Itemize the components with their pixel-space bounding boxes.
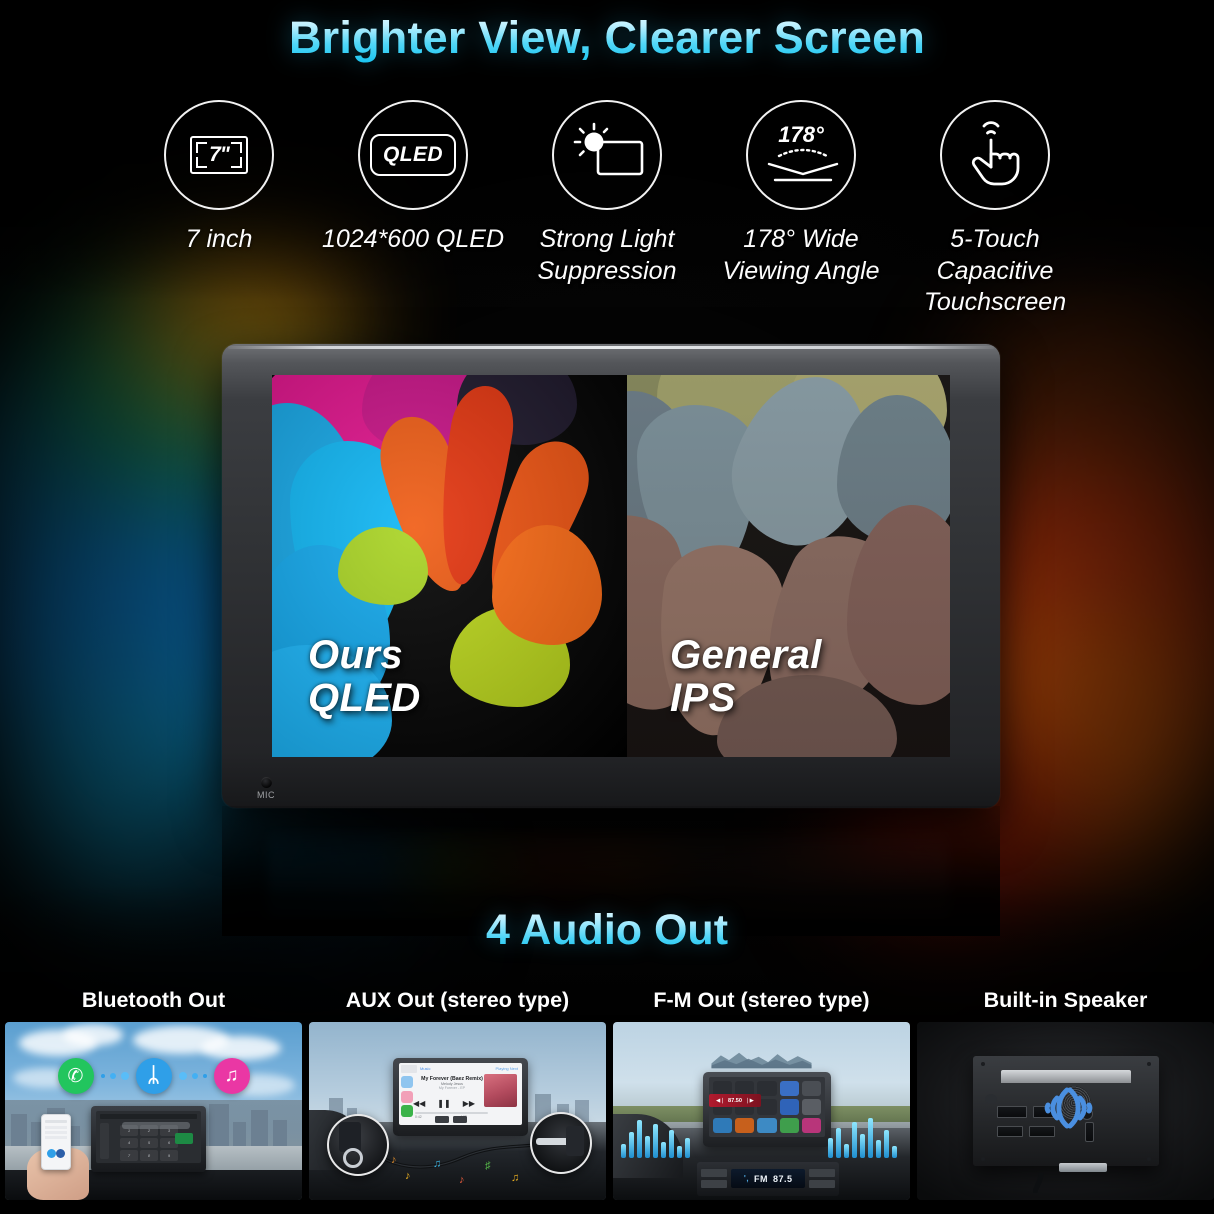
music-note-icon: ♫ <box>214 1058 250 1094</box>
audio-card-title-fm: F-M Out (stereo type) <box>613 988 910 1013</box>
music-note-decor: ♯ <box>485 1160 491 1172</box>
touch-hand-icon <box>940 100 1050 210</box>
sun-screen-icon <box>552 100 662 210</box>
device-screen: Ours QLED General IPS <box>272 375 950 757</box>
radio-frequency: 87.5 <box>773 1174 793 1184</box>
car-stereo-apps: ◀❘ 87.50 ❘▶ <box>703 1072 831 1147</box>
aux-port-callout-right <box>530 1112 592 1174</box>
app-grid <box>709 1077 825 1137</box>
feature-item-viewing-angle: 178° 178° Wide Viewing Angle <box>707 100 895 287</box>
screen-size-icon: 7" <box>164 100 274 210</box>
feature-label-qled: 1024*600 QLED <box>322 224 504 256</box>
qled-badge-icon: QLED <box>358 100 468 210</box>
screen-label-ours: Ours QLED <box>308 634 421 719</box>
feature-label-viewing-angle: 178° Wide Viewing Angle <box>722 224 879 287</box>
bluetooth-indicator-icon: ', <box>743 1174 749 1183</box>
music-note-decor: ♫ <box>511 1172 519 1184</box>
sound-wave-right <box>826 1112 904 1158</box>
mic-label: MIC <box>248 790 284 800</box>
screen-label-general: General IPS <box>670 634 822 719</box>
audio-card-image-speaker <box>917 1022 1214 1200</box>
audio-card-image-aux: Music Playing Next My Forever (Baez Remi… <box>309 1022 606 1200</box>
music-note-decor: ♪ <box>391 1154 397 1166</box>
audio-card-bluetooth: Bluetooth Out ✆ ᛦ ♫ 1 2 3 4 5 6 7 8 9 <box>5 988 302 1200</box>
feature-label-screen-size: 7 inch <box>186 224 253 256</box>
radio-frequency-pill: ◀❘ 87.50 ❘▶ <box>709 1094 761 1107</box>
tablet-device: Ours QLED General IPS MIC <box>222 344 1000 808</box>
screen-size-icon-text: 7" <box>209 143 229 167</box>
bluetooth-icon-row: ✆ ᛦ ♫ <box>5 1058 302 1094</box>
bluetooth-icon: ᛦ <box>136 1058 172 1094</box>
mic-hole-icon <box>261 777 272 788</box>
radio-lcd-display: ', FM 87.5 <box>731 1169 805 1188</box>
audio-card-image-bluetooth: ✆ ᛦ ♫ 123 4 5 6 7 8 9 <box>5 1022 302 1200</box>
feature-item-screen-size: 7" 7 inch <box>125 100 313 256</box>
audio-card-image-fm: ◀❘ 87.50 ❘▶ <box>613 1022 910 1200</box>
sound-wave-left <box>619 1112 697 1158</box>
feature-item-qled: QLED 1024*600 QLED <box>319 100 507 256</box>
page-title: Brighter View, Clearer Screen <box>0 12 1214 64</box>
feature-label-light-suppression: Strong Light Suppression <box>538 224 677 287</box>
phone-call-icon: ✆ <box>58 1058 94 1094</box>
music-note-decor: ♪ <box>459 1174 465 1186</box>
feature-item-light-suppression: Strong Light Suppression <box>513 100 701 287</box>
factory-radio: ', FM 87.5 <box>697 1162 839 1196</box>
feature-label-touchscreen: 5-Touch Capacitive Touchscreen <box>901 224 1089 319</box>
audio-card-title-speaker: Built-in Speaker <box>917 988 1214 1013</box>
qled-icon-text: QLED <box>383 143 443 166</box>
audio-card-speaker: Built-in Speaker <box>917 988 1214 1200</box>
audio-card-title-aux: AUX Out (stereo type) <box>309 988 606 1013</box>
dialpad-keys: 123 456 789 <box>120 1125 178 1161</box>
smartphone <box>41 1114 71 1170</box>
sound-wave-right-icon <box>1062 1082 1102 1134</box>
radio-band: FM <box>754 1174 768 1184</box>
audio-card-aux: AUX Out (stereo type) Music Playing Next <box>309 988 606 1200</box>
prev-station-icon[interactable]: ◀❘ <box>716 1098 725 1104</box>
microphone: MIC <box>248 777 284 800</box>
audio-section-title: 4 Audio Out <box>0 906 1214 955</box>
feature-list: 7" 7 inch QLED 1024*600 QLED Strong Ligh… <box>0 100 1214 319</box>
audio-card-fm: F-M Out (stereo type) <box>613 988 910 1200</box>
music-note-decor: ♪ <box>405 1170 411 1182</box>
aux-port-callout-left <box>327 1114 389 1176</box>
stereo-frequency: 87.50 <box>728 1098 742 1104</box>
car-stereo-dialpad: 123 456 789 <box>91 1106 206 1172</box>
feature-item-touchscreen: 5-Touch Capacitive Touchscreen <box>901 100 1089 319</box>
audio-card-title-bluetooth: Bluetooth Out <box>5 988 302 1013</box>
music-note-decor: ♫ <box>433 1158 441 1170</box>
power-cable <box>1033 1166 1073 1200</box>
viewing-angle-icon: 178° <box>746 100 856 210</box>
audio-card-list: Bluetooth Out ✆ ᛦ ♫ 1 2 3 4 5 6 7 8 9 AU… <box>0 988 1214 1200</box>
next-station-icon[interactable]: ❘▶ <box>745 1098 754 1104</box>
